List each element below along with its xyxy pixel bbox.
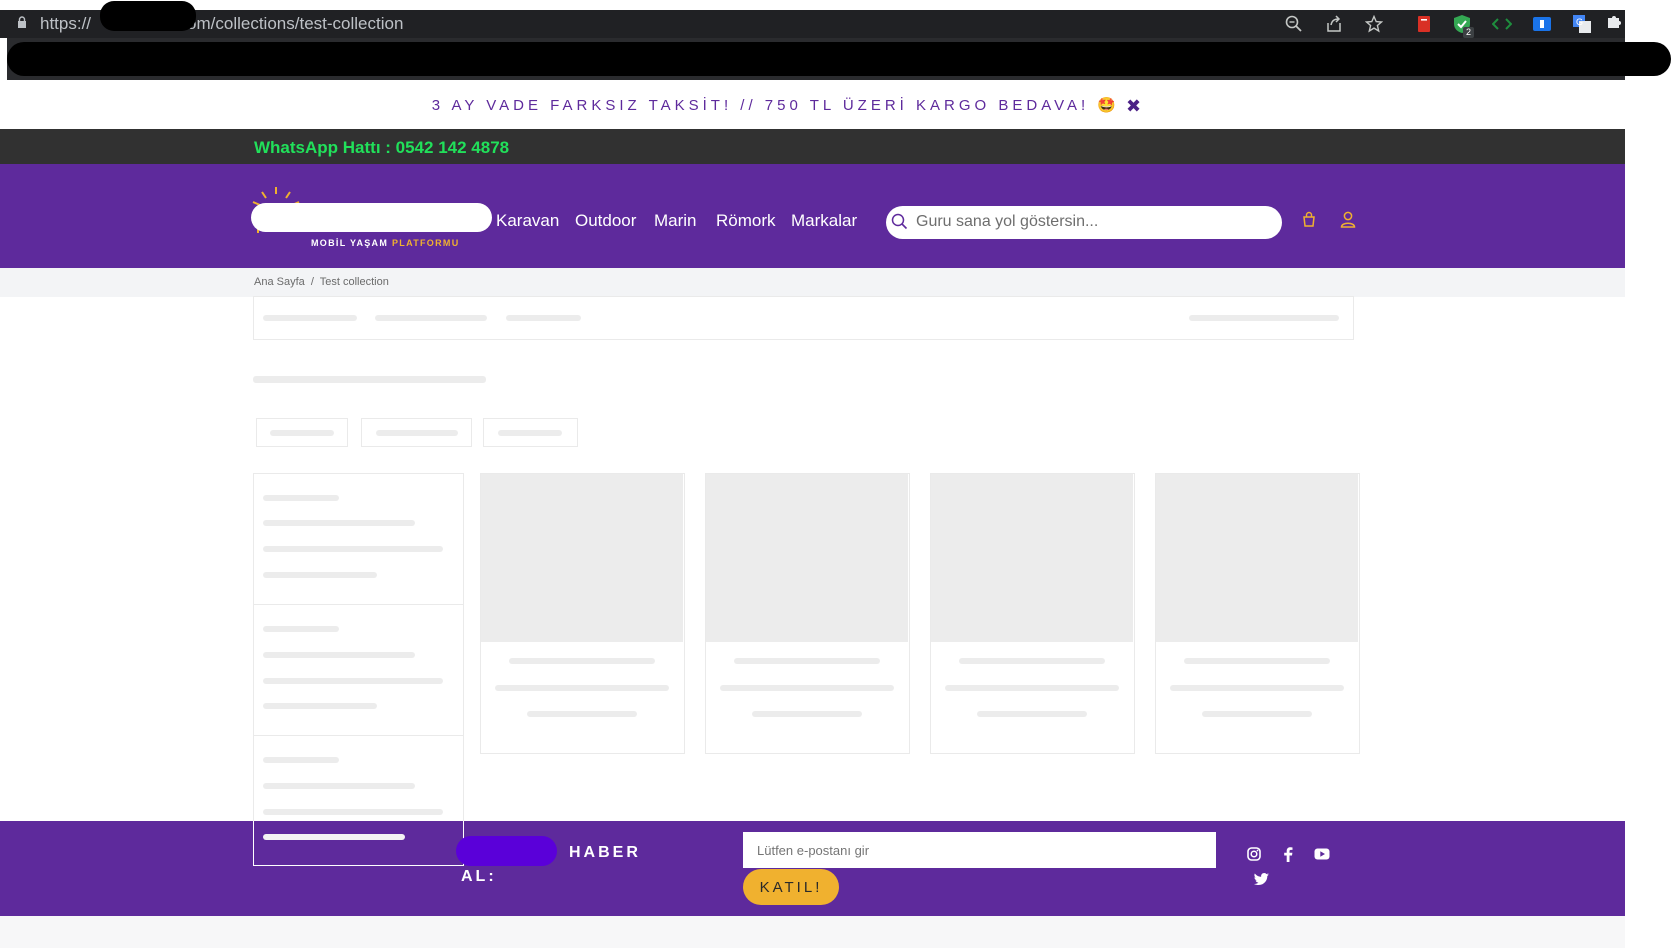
filter-sidebar-placeholder: [253, 473, 464, 867]
breadcrumb-bar: [0, 268, 1625, 297]
skeleton-title: [253, 376, 486, 383]
image-placeholder: [931, 474, 1133, 642]
skeleton-line: [263, 315, 357, 321]
nav-outdoor[interactable]: Outdoor: [575, 211, 636, 231]
share-icon[interactable]: [1323, 13, 1345, 35]
extension-badge: 2: [1463, 27, 1474, 38]
divider: [253, 735, 464, 736]
footer-bottom: [0, 916, 1625, 948]
newsletter-title-a: HABER: [569, 844, 641, 861]
translate-icon[interactable]: G: [1571, 13, 1593, 35]
whatsapp-line[interactable]: WhatsApp Hattı : 0542 142 4878: [254, 138, 509, 158]
skeleton-line: [263, 520, 415, 526]
redaction-mark: [100, 1, 196, 31]
image-placeholder: [1156, 474, 1358, 642]
skeleton-line: [263, 809, 443, 815]
skeleton-line: [1189, 315, 1339, 321]
url-text[interactable]: https:// om/collections/test-collection: [40, 10, 403, 38]
skeleton-line: [1202, 711, 1312, 717]
redaction-mark: [7, 42, 1671, 76]
logo-tagline-b: PLATFORMU: [391, 238, 460, 248]
breadcrumb: Ana Sayfa / Test collection: [254, 276, 389, 288]
join-button[interactable]: KATIL!: [743, 869, 839, 905]
skeleton-line: [1170, 685, 1344, 691]
image-placeholder: [706, 474, 908, 642]
announcement-text: 3 AY VADE FARKSIZ TAKSİT! // 750 TL ÜZER…: [431, 97, 1120, 114]
skeleton-line: [263, 626, 339, 632]
skeleton-line: [263, 652, 415, 658]
star-icon[interactable]: [1363, 13, 1385, 35]
url-suffix: om/collections/test-collection: [187, 14, 404, 33]
image-placeholder: [481, 474, 683, 642]
newsletter-title-b: AL:: [461, 868, 497, 885]
skeleton-line: [495, 685, 669, 691]
skeleton-line: [263, 834, 405, 840]
search-icon: [891, 213, 908, 230]
search-input[interactable]: Guru sana yol göstersin...: [916, 213, 1098, 231]
skeleton-line: [752, 711, 862, 717]
twitter-icon[interactable]: [1252, 870, 1270, 888]
breadcrumb-separator: /: [310, 276, 314, 288]
skeleton-line: [1184, 658, 1330, 664]
email-field[interactable]: [743, 832, 1216, 868]
skeleton-line: [263, 495, 339, 501]
site-logo[interactable]: MOBİL YAŞAM PLATFORMU: [246, 185, 492, 248]
bag-icon[interactable]: [1302, 211, 1316, 228]
skeleton-line: [263, 678, 443, 684]
extension-blue-icon[interactable]: [1531, 13, 1553, 35]
instagram-icon[interactable]: [1245, 845, 1263, 863]
skeleton-line: [498, 430, 562, 436]
skeleton-line: [270, 430, 334, 436]
breadcrumb-current: Test collection: [319, 276, 389, 288]
skeleton-line: [945, 685, 1119, 691]
logo-redaction: [251, 203, 492, 232]
skeleton-line: [509, 658, 655, 664]
logo-tagline-a: MOBİL YAŞAM: [311, 238, 389, 248]
youtube-icon[interactable]: [1313, 845, 1331, 863]
skeleton-line: [977, 711, 1087, 717]
skeleton-line: [375, 315, 487, 321]
user-icon[interactable]: [1340, 211, 1356, 228]
url-prefix: https://: [40, 14, 92, 33]
sidebar-overflow-frame: [253, 821, 464, 866]
close-icon[interactable]: ✖: [1126, 96, 1141, 117]
breadcrumb-home[interactable]: Ana Sayfa: [254, 276, 305, 288]
divider: [253, 604, 464, 605]
zoom-icon[interactable]: [1283, 13, 1305, 35]
puzzle-icon[interactable]: [1603, 11, 1625, 33]
whatsapp-bar: [0, 129, 1625, 164]
skeleton-line: [720, 685, 894, 691]
skeleton-line: [734, 658, 880, 664]
nav-markalar[interactable]: Markalar: [791, 211, 857, 231]
skeleton-line: [263, 572, 377, 578]
lock-icon: [18, 16, 26, 28]
nav-marin[interactable]: Marin: [654, 211, 697, 231]
skeleton-line: [263, 757, 339, 763]
skeleton-line: [959, 658, 1105, 664]
extension-red-icon[interactable]: [1413, 13, 1435, 35]
skeleton-line: [263, 703, 377, 709]
nav-romork[interactable]: Römork: [716, 211, 776, 231]
nav-karavan[interactable]: Karavan: [496, 211, 559, 231]
skeleton-line: [263, 783, 415, 789]
skeleton-line: [506, 315, 581, 321]
skeleton-line: [527, 711, 637, 717]
title-redaction: [456, 836, 557, 866]
skeleton-line: [376, 430, 458, 436]
extension-code-icon[interactable]: [1491, 13, 1513, 35]
svg-text:G: G: [1576, 17, 1583, 27]
skeleton-line: [263, 546, 443, 552]
facebook-icon[interactable]: [1279, 845, 1297, 863]
